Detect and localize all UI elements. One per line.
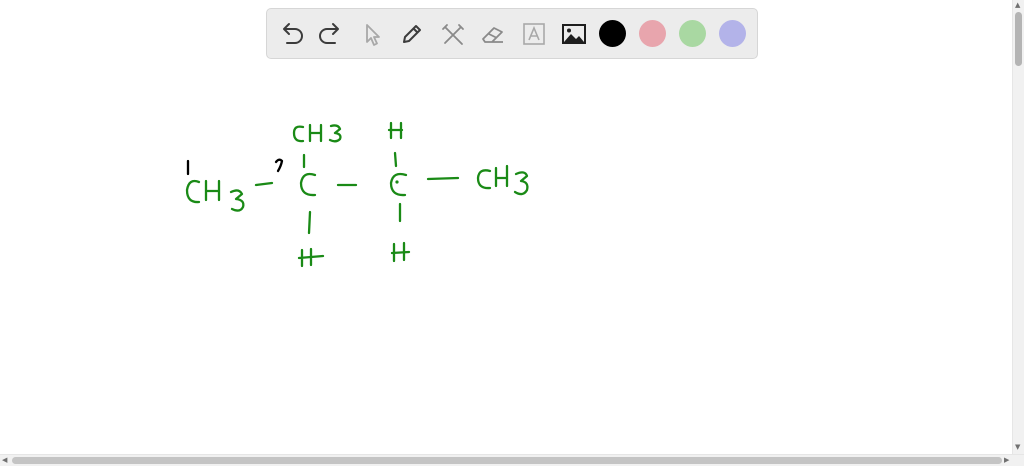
horizontal-scrollbar[interactable]: ◀ ▶ bbox=[0, 454, 1024, 466]
carbon-3-dot bbox=[395, 180, 399, 184]
hydrogen-top-c3 bbox=[387, 121, 404, 140]
scroll-right-arrow-icon[interactable]: ▶ bbox=[1004, 455, 1009, 465]
hydrogen-c2 bbox=[297, 247, 325, 268]
scroll-down-arrow-icon[interactable]: ▼ bbox=[1015, 442, 1020, 452]
bond-c3-c4 bbox=[426, 176, 460, 181]
carbon-number-2 bbox=[274, 158, 284, 173]
bond-c1-c2 bbox=[254, 181, 274, 187]
methyl-group-top bbox=[292, 123, 342, 143]
methyl-group-right bbox=[476, 164, 529, 196]
carbon-2 bbox=[299, 172, 317, 197]
vertical-scroll-thumb[interactable] bbox=[1015, 12, 1022, 66]
hydrogen-bottom-c3 bbox=[390, 241, 411, 263]
carbon-3 bbox=[389, 172, 408, 197]
bond-c2-h bbox=[307, 210, 312, 235]
vertical-scrollbar[interactable]: ▲ ▼ bbox=[1012, 0, 1024, 454]
methyl-group-left bbox=[185, 179, 245, 212]
scroll-left-arrow-icon[interactable]: ◀ bbox=[2, 455, 7, 465]
scroll-up-arrow-icon[interactable]: ▲ bbox=[1015, 0, 1020, 10]
horizontal-scroll-thumb[interactable] bbox=[12, 457, 1002, 464]
drawing-canvas[interactable] bbox=[0, 0, 1012, 454]
bond-c3-h-top bbox=[393, 151, 398, 168]
